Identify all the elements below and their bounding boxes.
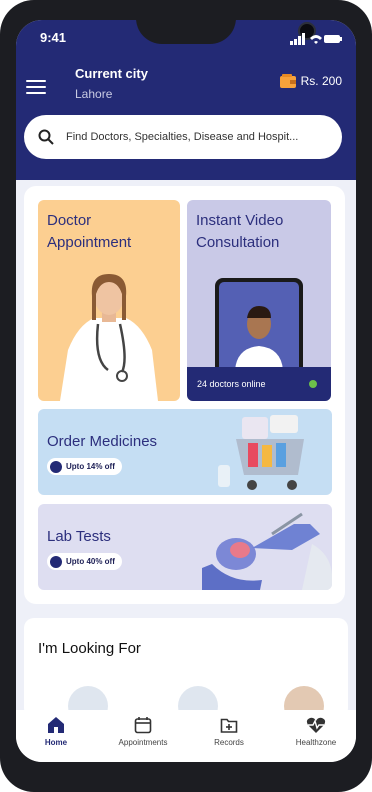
discount-icon [50, 555, 62, 568]
wallet-balance-button[interactable]: Rs. 200 [279, 74, 342, 88]
shopping-cart-illustration [218, 415, 304, 490]
lab-offer-text: Upto 40% off [66, 557, 115, 566]
nav-home-label: Home [44, 738, 68, 747]
current-city-label: Current city [75, 66, 148, 81]
status-time: 9:41 [40, 30, 67, 45]
doctors-online-bar: 24 doctors online [187, 367, 331, 401]
nav-home[interactable]: Home [21, 716, 91, 747]
nav-records-label: Records [214, 738, 244, 747]
home-icon [48, 717, 64, 733]
menu-icon[interactable] [26, 76, 46, 98]
lab-tests-title: Lab Tests [47, 528, 111, 545]
video-consultation-tile[interactable]: Instant Video Consultation 24 doctors on… [187, 200, 331, 401]
doctors-online-label: 24 doctors online [197, 379, 266, 389]
records-icon [220, 718, 238, 733]
nav-healthzone[interactable]: Healthzone [281, 716, 351, 747]
services-card: Doctor Appointment Instant Video Consult… [24, 186, 345, 604]
search-placeholder: Find Doctors, Specialties, Disease and H… [66, 131, 299, 143]
looking-for-section: I'm Looking For [24, 618, 348, 726]
phone-frame: 9:41 Current city Lahore Rs. 200 Find Do… [0, 0, 372, 792]
lab-tests-tile[interactable]: Lab Tests Upto 40% off [38, 504, 332, 590]
heart-pulse-icon [306, 717, 326, 733]
status-icons [290, 32, 342, 50]
doctor-appointment-tile[interactable]: Doctor Appointment [38, 200, 180, 401]
search-icon [38, 129, 54, 145]
search-input[interactable]: Find Doctors, Specialties, Disease and H… [24, 115, 342, 159]
lab-offer-badge: Upto 40% off [47, 553, 122, 570]
nav-records[interactable]: Records [194, 716, 264, 747]
wallet-balance: Rs. 200 [300, 74, 342, 88]
camera-notch [136, 20, 316, 44]
nav-appointments-label: Appointments [118, 738, 168, 747]
online-status-dot [309, 380, 317, 388]
app-screen: 9:41 Current city Lahore Rs. 200 Find Do… [16, 20, 356, 762]
medicines-offer-text: Upto 14% off [66, 462, 115, 471]
lab-gloves-illustration [202, 512, 332, 590]
looking-for-title: I'm Looking For [38, 640, 141, 657]
signal-wifi-battery-icon [290, 33, 342, 45]
medicines-offer-badge: Upto 14% off [47, 458, 122, 475]
doctor-illustration [60, 274, 158, 401]
order-medicines-title: Order Medicines [47, 433, 158, 450]
app-header: 9:41 Current city Lahore Rs. 200 Find Do… [16, 20, 356, 180]
nav-appointments[interactable]: Appointments [108, 716, 178, 747]
order-medicines-tile[interactable]: Order Medicines Upto 14% off [38, 409, 332, 495]
nav-healthzone-label: Healthzone [295, 738, 337, 747]
city-selector[interactable]: Lahore [75, 87, 112, 101]
discount-icon [50, 460, 62, 473]
calendar-icon [134, 717, 152, 734]
wallet-icon [279, 74, 296, 88]
bottom-navigation: Home Appointments Records Healthzone [16, 710, 356, 762]
